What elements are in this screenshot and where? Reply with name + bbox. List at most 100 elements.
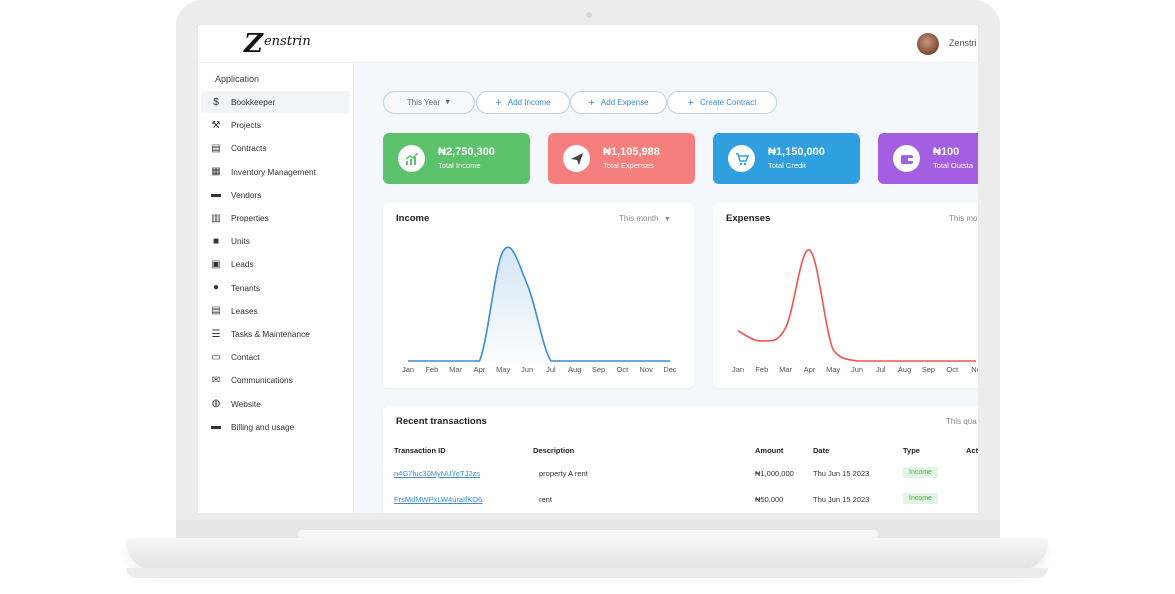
tools-icon: ⚒ xyxy=(211,119,221,131)
archive-icon: ▦ xyxy=(211,166,221,178)
x-tick-label: Aug xyxy=(568,365,581,374)
period-select-label: This Year xyxy=(406,98,441,107)
x-tick-label: Aug xyxy=(898,365,911,374)
briefcase-icon: ▬ xyxy=(211,189,221,201)
column-header: Amount xyxy=(755,446,784,455)
income-chart: Jan Feb Mar Apr May Jun Jul Aug Sep Oct Nov Dec xyxy=(402,246,677,374)
sidebar-item-projects[interactable]: ⚒ Projects xyxy=(201,114,350,136)
envelope-icon: ✉ xyxy=(211,374,221,386)
wallet-icon xyxy=(893,145,920,172)
card-amount: ₦2,750,300 xyxy=(438,146,495,158)
sidebar-item-vendors[interactable]: ▬ Vendors xyxy=(201,184,350,206)
sidebar-item-billing-and-usage[interactable]: ▬ Billing and usage xyxy=(201,416,350,438)
add-income-label: Add Income xyxy=(507,98,551,107)
logo-initial: Z xyxy=(244,29,263,59)
transaction-id-link[interactable]: n4G7fuc30MyNUYeTJ2zs xyxy=(394,469,480,478)
building-icon: ▥ xyxy=(211,212,221,224)
user-icon: ● xyxy=(212,282,220,294)
create-contract-label: Create Contract xyxy=(699,98,757,107)
sidebar-item-units[interactable]: ■ Units xyxy=(201,230,350,252)
x-tick-label: Jan xyxy=(732,365,744,374)
sidebar-item-label: Communications xyxy=(231,375,293,386)
user-name[interactable]: Zenstri xyxy=(949,38,977,48)
recent-transactions-panel: Recent transactions This qua Transaction… xyxy=(383,406,978,513)
card-label: Total Outsta xyxy=(933,161,974,170)
transaction-id-link[interactable]: FrsMdMWPxLW4uraIfKO6 xyxy=(394,495,482,504)
laptop-base xyxy=(126,538,1048,570)
x-tick-label: Sep xyxy=(922,365,935,374)
sidebar-item-tenants[interactable]: ● Tenants xyxy=(201,277,350,299)
laptop-mockup: Z enstrin Zenstri Application $ Bookkeepe… xyxy=(0,0,1175,594)
total-outstanding-card[interactable]: ₦100 Total Outsta xyxy=(878,133,978,184)
column-header: Type xyxy=(903,446,920,455)
x-tick-label: Mar xyxy=(779,365,792,374)
plus-icon: + xyxy=(588,96,595,109)
total-income-card[interactable]: ₦2,750,300 Total Income xyxy=(383,133,530,184)
brand-logo[interactable]: Z enstrin xyxy=(244,29,311,59)
sidebar-item-contact[interactable]: ▭ Contact xyxy=(201,346,350,368)
caret-down-icon: ▼ xyxy=(444,99,452,106)
sidebar-item-properties[interactable]: ▥ Properties xyxy=(201,207,350,229)
sidebar: Application $ Bookkeeper ⚒ Projects ▤ Contrac… xyxy=(198,63,354,513)
main-content: This Year ▼ + Add Income + Add Expense +… xyxy=(355,63,978,513)
sidebar-item-contracts[interactable]: ▤ Contracts xyxy=(201,137,350,159)
x-tick-label: Jan xyxy=(402,365,414,374)
add-income-button[interactable]: + Add Income xyxy=(476,91,570,114)
document-icon: ▤ xyxy=(211,142,221,154)
add-expense-label: Add Expense xyxy=(600,98,649,107)
dollar-icon: $ xyxy=(213,96,219,108)
create-contract-button[interactable]: + Create Contract xyxy=(667,91,777,114)
sidebar-item-inventory-management[interactable]: ▦ Inventory Management xyxy=(201,161,350,183)
top-bar: Z enstrin Zenstri xyxy=(198,25,978,63)
id-card-icon: ▭ xyxy=(211,351,221,363)
transaction-description: property A rent xyxy=(539,469,588,478)
column-header: Description xyxy=(533,446,575,455)
column-header: Act xyxy=(966,446,978,455)
paper-plane-icon xyxy=(563,145,590,172)
sidebar-item-label: Contact xyxy=(231,352,260,363)
avatar[interactable] xyxy=(917,33,939,55)
type-badge: Income xyxy=(903,467,938,478)
sidebar-item-website[interactable]: ◍ Website xyxy=(201,393,350,415)
sidebar-item-tasks-maintenance[interactable]: ☰ Tasks & Maintenance xyxy=(201,323,350,345)
contact-icon: ▣ xyxy=(211,258,221,270)
x-tick-label: Oct xyxy=(617,365,630,374)
expenses-chart: Jan Feb Mar Apr May Jun Jul Aug Sep Oct No xyxy=(732,249,978,374)
sidebar-item-label: Leads xyxy=(231,259,254,270)
chart-area-fill xyxy=(408,247,670,361)
x-tick-label: Sep xyxy=(592,365,605,374)
column-header: Date xyxy=(813,446,830,455)
sidebar-item-communications[interactable]: ✉ Communications xyxy=(201,369,350,391)
sidebar-item-label: Projects xyxy=(231,120,261,131)
x-tick-label: May xyxy=(496,365,510,374)
cart-icon xyxy=(728,145,755,172)
total-credit-card[interactable]: ₦1,150,000 Total Credit xyxy=(713,133,860,184)
sidebar-item-leases[interactable]: ▤ Leases xyxy=(201,300,350,322)
column-header: Transaction ID xyxy=(394,446,446,455)
x-tick-label: Jun xyxy=(851,365,863,374)
sidebar-item-label: Leases xyxy=(231,305,258,316)
x-tick-label: Feb xyxy=(425,365,438,374)
period-select[interactable]: This Year ▼ xyxy=(383,91,475,114)
add-expense-button[interactable]: + Add Expense xyxy=(570,91,667,114)
x-tick-label: Jul xyxy=(876,365,886,374)
file-icon: ▤ xyxy=(211,305,221,317)
transaction-amount: ₦1,000,000 xyxy=(755,469,794,478)
card-amount: ₦1,150,000 xyxy=(768,146,825,158)
x-tick-label: Mar xyxy=(449,365,462,374)
sidebar-heading: Application xyxy=(215,74,260,84)
sidebar-item-label: Billing and usage xyxy=(231,421,295,432)
credit-card-icon: ▬ xyxy=(211,421,221,433)
total-expenses-card[interactable]: ₦1,105,988 Total Expenses xyxy=(548,133,695,184)
globe-icon: ◍ xyxy=(211,398,221,410)
sidebar-item-label: Bookkeeper xyxy=(231,97,276,107)
transactions-period-filter[interactable]: This qua xyxy=(946,417,977,426)
sidebar-item-label: Vendors xyxy=(231,189,262,200)
sidebar-item-label: Properties xyxy=(231,213,269,223)
x-tick-label: Apr xyxy=(474,365,486,374)
x-tick-label: Jun xyxy=(521,365,533,374)
sidebar-item-bookkeeper[interactable]: $ Bookkeeper xyxy=(201,91,350,113)
transactions-title: Recent transactions xyxy=(396,416,487,427)
transaction-date: Thu Jun 15 2023 xyxy=(813,495,870,504)
sidebar-item-leads[interactable]: ▣ Leads xyxy=(201,253,350,275)
